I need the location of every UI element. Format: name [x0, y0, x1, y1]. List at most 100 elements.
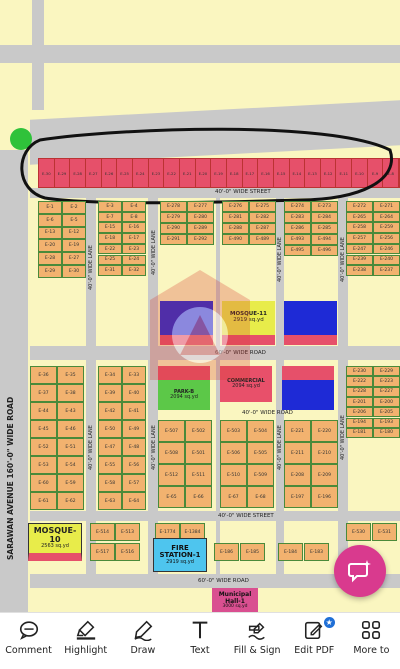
plot-e-41[interactable]: E-41	[122, 402, 146, 420]
plot-e-67[interactable]: E-67	[220, 486, 247, 508]
plot-e-181[interactable]: E-181	[346, 427, 373, 439]
plot-e-509[interactable]: E-509	[247, 464, 274, 486]
plot-e-5[interactable]: E-5	[62, 213, 86, 227]
plot-e-66[interactable]: E-66	[185, 486, 212, 508]
plot-e-508[interactable]: E-508	[158, 442, 185, 464]
plot-e-240[interactable]: E-240	[373, 254, 400, 266]
plot-e-61[interactable]: E-61	[30, 492, 57, 510]
highlight-button[interactable]: Highlight	[57, 613, 114, 656]
plot-e-51[interactable]: E-51	[57, 438, 84, 456]
plot-e-489[interactable]: E-489	[249, 234, 276, 245]
plot-e-180[interactable]: E-180	[373, 427, 400, 439]
plot-e-281[interactable]: E-281	[222, 212, 249, 223]
plot-e-290[interactable]: E-290	[160, 223, 187, 234]
plot-e-206[interactable]: E-206	[346, 407, 373, 418]
plot-e-273[interactable]: E-273	[311, 201, 338, 212]
plot-e-257[interactable]: E-257	[346, 233, 373, 244]
plot-e-208[interactable]: E-208	[284, 464, 311, 486]
plot-e-276[interactable]: E-276	[222, 201, 249, 212]
plot-e-13[interactable]: E-13	[38, 226, 62, 240]
plot-e-22[interactable]: E-22	[98, 243, 122, 255]
plot-e-237[interactable]: E-237	[373, 265, 400, 276]
plot-e-183[interactable]: E-183	[304, 543, 329, 561]
plot-e-495[interactable]: E-495	[284, 245, 311, 256]
plot-e-493[interactable]: E-493	[284, 234, 311, 245]
plot-e-3[interactable]: E-3	[98, 201, 122, 212]
plot-e-280[interactable]: E-280	[187, 212, 214, 223]
plot-e-15[interactable]: E-15	[98, 222, 122, 234]
plot-e-283[interactable]: E-283	[284, 212, 311, 223]
plot-e-220[interactable]: E-220	[311, 420, 338, 442]
comment-button[interactable]: Comment	[0, 613, 57, 656]
plot-e-285[interactable]: E-285	[311, 223, 338, 234]
plot-e-48[interactable]: E-48	[122, 438, 146, 456]
plot-e-45[interactable]: E-45	[30, 420, 57, 438]
plot-e-201[interactable]: E-201	[346, 396, 373, 408]
plot-e-31[interactable]: E-31	[98, 265, 122, 276]
plot-e-65[interactable]: E-65	[158, 486, 185, 508]
blue-block-2[interactable]	[284, 301, 337, 345]
plot-e-54[interactable]: E-54	[57, 456, 84, 474]
plot-e-18[interactable]: E-18	[98, 233, 122, 244]
blue-block-3[interactable]	[282, 366, 334, 410]
plot-e-228[interactable]: E-228	[346, 386, 373, 397]
plot-e-286[interactable]: E-286	[284, 223, 311, 234]
plot-e-517[interactable]: E-517	[90, 543, 115, 561]
plot-e-20[interactable]: E-20	[38, 239, 62, 253]
plot-e-504[interactable]: E-504	[247, 420, 274, 442]
plot-e-511[interactable]: E-511	[185, 464, 212, 486]
plot-e-503[interactable]: E-503	[220, 420, 247, 442]
plot-e-1[interactable]: E-1	[38, 201, 62, 214]
plot-e-210[interactable]: E-210	[311, 442, 338, 464]
plot-e-275[interactable]: E-275	[249, 201, 276, 212]
plot-e-274[interactable]: E-274	[284, 201, 311, 212]
plot-e-507[interactable]: E-507	[158, 420, 185, 442]
plot-e-17[interactable]: E-17	[122, 233, 146, 244]
plot-e-279[interactable]: E-279	[160, 212, 187, 223]
more-tools-button[interactable]: More to	[343, 613, 400, 656]
plot-e-62[interactable]: E-62	[57, 492, 84, 510]
plot-e-34[interactable]: E-34	[98, 366, 122, 384]
plot-e-238[interactable]: E-238	[346, 265, 373, 276]
plot-e-53[interactable]: E-53	[30, 456, 57, 474]
plot-e-277[interactable]: E-277	[187, 201, 214, 212]
plot-e-221[interactable]: E-221	[284, 420, 311, 442]
plot-e-23[interactable]: E-23	[122, 243, 146, 255]
plot-e-516[interactable]: E-516	[115, 543, 140, 561]
plot-e-46[interactable]: E-46	[57, 420, 84, 438]
text-button[interactable]: Text	[171, 613, 228, 656]
plot-e-185[interactable]: E-185	[240, 543, 265, 561]
draw-button[interactable]: Draw	[114, 613, 171, 656]
plot-e-287[interactable]: E-287	[249, 223, 276, 234]
plot-e-205[interactable]: E-205	[373, 407, 400, 418]
plot-e-197[interactable]: E-197	[284, 486, 311, 508]
plot-e-531[interactable]: E-531	[372, 523, 397, 541]
plot-e-513[interactable]: E-513	[115, 523, 140, 541]
plot-e-502[interactable]: E-502	[185, 420, 212, 442]
plot-e-258[interactable]: E-258	[346, 222, 373, 234]
plot-e-259[interactable]: E-259	[373, 222, 400, 234]
plot-e-501[interactable]: E-501	[185, 442, 212, 464]
plot-e-490[interactable]: E-490	[222, 234, 249, 245]
plot-e-239[interactable]: E-239	[346, 254, 373, 266]
plot-e-55[interactable]: E-55	[98, 456, 122, 474]
plot-e-193[interactable]: E-193	[373, 417, 400, 428]
plot-e-27[interactable]: E-27	[62, 252, 86, 265]
plot-e-264[interactable]: E-264	[373, 211, 400, 223]
plot-e-7[interactable]: E-7	[98, 211, 122, 223]
plot-e-63[interactable]: E-63	[98, 492, 122, 510]
plot-e-510[interactable]: E-510	[220, 464, 247, 486]
plot-e-196[interactable]: E-196	[311, 486, 338, 508]
plot-e-506[interactable]: E-506	[220, 442, 247, 464]
plot-e-59[interactable]: E-59	[57, 474, 84, 492]
fill-sign-button[interactable]: Fill & Sign	[229, 613, 286, 656]
fire-station-block[interactable]: FIRE STATION-1 2919 sq.yd	[153, 538, 207, 572]
plot-e-8[interactable]: E-8	[122, 211, 146, 223]
municipal-hall-block[interactable]: Municipal Hall-1 3000 sq.yd	[212, 588, 258, 612]
plot-e-256[interactable]: E-256	[373, 233, 400, 244]
plot-e-44[interactable]: E-44	[30, 402, 57, 420]
plot-e-223[interactable]: E-223	[373, 376, 400, 387]
plot-e-512[interactable]: E-512	[158, 464, 185, 486]
plot-e-64[interactable]: E-64	[122, 492, 146, 510]
plot-e-230[interactable]: E-230	[346, 366, 373, 377]
